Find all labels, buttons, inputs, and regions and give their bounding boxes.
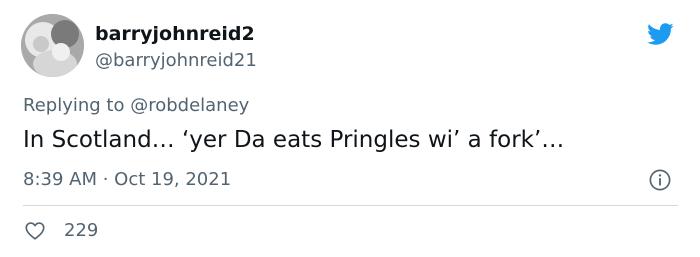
replying-to: Replying to @robdelaney <box>23 94 249 118</box>
twitter-bird-icon[interactable] <box>643 20 677 48</box>
tweet-timestamp[interactable]: 8:39 AM · Oct 19, 2021 <box>23 168 231 192</box>
avatar[interactable] <box>21 14 84 77</box>
info-icon[interactable] <box>649 169 671 191</box>
reply-mention-link[interactable]: @robdelaney <box>130 95 249 116</box>
display-name[interactable]: barryjohnreid2 <box>95 22 255 46</box>
heart-icon[interactable] <box>24 220 46 242</box>
like-button[interactable]: 229 <box>24 219 98 243</box>
like-count: 229 <box>64 220 99 241</box>
replying-to-label: Replying to <box>23 95 131 116</box>
tweet-text: In Scotland… ‘yer Da eats Pringles wi’ a… <box>23 127 565 153</box>
user-handle[interactable]: @barryjohnreid21 <box>95 49 257 73</box>
divider <box>23 205 678 206</box>
